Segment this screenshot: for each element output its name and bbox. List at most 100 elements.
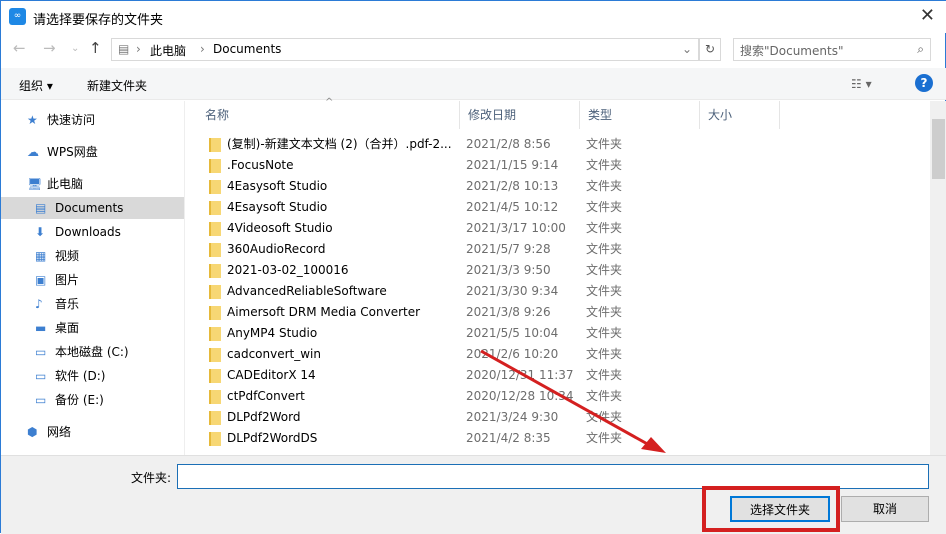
sidebar-item[interactable]: ★ 快速访问 (1, 109, 184, 131)
file-name: DLPdf2Word (227, 410, 301, 424)
help-button[interactable]: ? (915, 74, 933, 92)
file-date: 2021/2/8 8:56 (466, 137, 551, 151)
file-name: AdvancedReliableSoftware (227, 284, 387, 298)
file-row[interactable]: CADEditorX 14 2020/12/31 11:37 文件夹 (197, 365, 930, 386)
sidebar-item[interactable]: ⬇ Downloads (1, 221, 184, 243)
file-date: 2021/3/3 9:50 (466, 263, 551, 277)
file-name: cadconvert_win (227, 347, 321, 361)
sidebar-item[interactable]: ▬ 桌面 (1, 317, 184, 339)
search-input[interactable]: 搜索"Documents" ⌕ (733, 38, 931, 61)
folder-icon (209, 180, 221, 194)
file-row[interactable]: 4Easysoft Studio 2021/2/8 10:13 文件夹 (197, 176, 930, 197)
file-row[interactable]: 4Esaysoft Studio 2021/4/5 10:12 文件夹 (197, 197, 930, 218)
select-folder-button[interactable]: 选择文件夹 (730, 496, 830, 522)
folder-icon (209, 390, 221, 404)
app-icon: ∞ (9, 8, 26, 25)
sidebar-item-label: Documents (55, 201, 124, 215)
sidebar-icon: 🖥 (27, 177, 43, 191)
view-options-icon[interactable]: ☷ ▾ (851, 77, 872, 91)
address-bar[interactable]: ▤ › 此电脑 › Documents ⌄ (111, 38, 699, 61)
file-row[interactable]: ctPdfConvert 2020/12/28 10:34 文件夹 (197, 386, 930, 407)
file-row[interactable]: .FocusNote 2021/1/15 9:14 文件夹 (197, 155, 930, 176)
cancel-button[interactable]: 取消 (841, 496, 929, 522)
file-type: 文件夹 (586, 179, 623, 193)
sidebar-item[interactable]: ☁ WPS网盘 (1, 141, 184, 163)
sidebar-item[interactable]: ▭ 软件 (D:) (1, 365, 184, 387)
file-name: 2021-03-02_100016 (227, 263, 349, 277)
sidebar-icon: ★ (27, 113, 38, 127)
title-bar: ∞ 请选择要保存的文件夹 ✕ (1, 1, 946, 33)
sidebar-item[interactable]: ▤ Documents (1, 197, 184, 219)
chevron-down-icon[interactable]: ⌄ (682, 42, 692, 56)
file-name: AnyMP4 Studio (227, 326, 318, 340)
sidebar: ★ 快速访问 ☁ WPS网盘 🖥 此电脑 ▤ Documents ⬇ Downloads ▦ 视频 ▣ 图… (1, 101, 185, 455)
file-row[interactable]: 360AudioRecord 2021/5/7 9:28 文件夹 (197, 239, 930, 260)
file-type: 文件夹 (586, 326, 623, 340)
file-type: 文件夹 (586, 158, 623, 172)
documents-icon: ▤ (118, 42, 130, 56)
file-type: 文件夹 (586, 347, 623, 361)
sidebar-item[interactable]: ▭ 本地磁盘 (C:) (1, 341, 184, 363)
file-type: 文件夹 (586, 410, 623, 424)
back-icon[interactable]: ← (13, 39, 26, 57)
file-name: .FocusNote (227, 158, 294, 172)
sidebar-item[interactable]: ▣ 图片 (1, 269, 184, 291)
column-date[interactable]: 修改日期 (460, 101, 580, 129)
folder-icon (209, 348, 221, 362)
file-type: 文件夹 (586, 200, 623, 214)
sidebar-item-label: 本地磁盘 (C:) (55, 345, 129, 359)
sidebar-item[interactable]: 🖥 此电脑 (1, 173, 184, 195)
sidebar-item[interactable]: ⬢ 网络 (1, 421, 184, 443)
file-date: 2021/4/5 10:12 (466, 200, 559, 214)
forward-icon[interactable]: → (43, 39, 56, 57)
sidebar-icon: ▣ (35, 273, 47, 287)
sidebar-icon: ☁ (27, 145, 39, 159)
folder-input[interactable] (177, 464, 929, 489)
folder-icon (209, 369, 221, 383)
refresh-button[interactable]: ↻ (699, 38, 721, 61)
new-folder-button[interactable]: 新建文件夹 (87, 77, 147, 94)
sidebar-item-label: 视频 (55, 249, 80, 263)
file-date: 2021/3/8 9:26 (466, 305, 551, 319)
file-type: 文件夹 (586, 389, 623, 403)
recent-dropdown-icon[interactable]: ⌄ (71, 43, 79, 54)
file-date: 2021/5/5 10:04 (466, 326, 559, 340)
file-row[interactable]: (复制)-新建文本文档 (2)（合并）.pdf-2... 2021/2/8 8:5… (197, 134, 930, 155)
file-type: 文件夹 (586, 305, 623, 319)
breadcrumb-this-pc[interactable]: 此电脑 (150, 42, 186, 59)
folder-icon (209, 264, 221, 278)
sidebar-item-label: WPS网盘 (47, 145, 98, 159)
file-date: 2021/3/24 9:30 (466, 410, 559, 424)
file-type: 文件夹 (586, 284, 623, 298)
sidebar-icon: ▭ (35, 345, 47, 359)
up-icon[interactable]: ↑ (89, 39, 102, 57)
file-row[interactable]: AdvancedReliableSoftware 2021/3/30 9:34 文件… (197, 281, 930, 302)
folder-icon (209, 432, 221, 446)
sidebar-item[interactable]: ♪ 音乐 (1, 293, 184, 315)
file-row[interactable]: AnyMP4 Studio 2021/5/5 10:04 文件夹 (197, 323, 930, 344)
close-icon[interactable]: ✕ (920, 5, 935, 26)
column-size[interactable]: 大小 (700, 101, 780, 129)
file-row[interactable]: 4Videosoft Studio 2021/3/17 10:00 文件夹 (197, 218, 930, 239)
sidebar-icon: ⬇ (35, 225, 46, 239)
scrollbar-thumb[interactable] (932, 119, 945, 179)
file-row[interactable]: cadconvert_win 2021/2/6 10:20 文件夹 (197, 344, 930, 365)
file-row[interactable]: Aimersoft DRM Media Converter 2021/3/8 9:… (197, 302, 930, 323)
column-type[interactable]: 类型 (580, 101, 700, 129)
file-row[interactable]: 2021-03-02_100016 2021/3/3 9:50 文件夹 (197, 260, 930, 281)
sidebar-item-label: Downloads (55, 225, 121, 239)
sidebar-icon: ▭ (35, 369, 47, 383)
organize-button[interactable]: 组织 ▾ (19, 77, 53, 94)
sort-ascending-icon: ^ (325, 97, 334, 108)
file-name: 4Easysoft Studio (227, 179, 328, 193)
sidebar-icon: ▦ (35, 249, 47, 263)
breadcrumb-documents[interactable]: Documents (213, 42, 281, 56)
file-row[interactable]: DLPdf2WordDS 2021/4/2 8:35 文件夹 (197, 428, 930, 449)
sidebar-item[interactable]: ▦ 视频 (1, 245, 184, 267)
file-date: 2021/2/8 10:13 (466, 179, 559, 193)
file-name: ctPdfConvert (227, 389, 305, 403)
file-row[interactable]: DLPdf2Word 2021/3/24 9:30 文件夹 (197, 407, 930, 428)
file-name: DLPdf2WordDS (227, 431, 318, 445)
sidebar-item-label: 备份 (E:) (55, 393, 104, 407)
sidebar-item[interactable]: ▭ 备份 (E:) (1, 389, 184, 411)
